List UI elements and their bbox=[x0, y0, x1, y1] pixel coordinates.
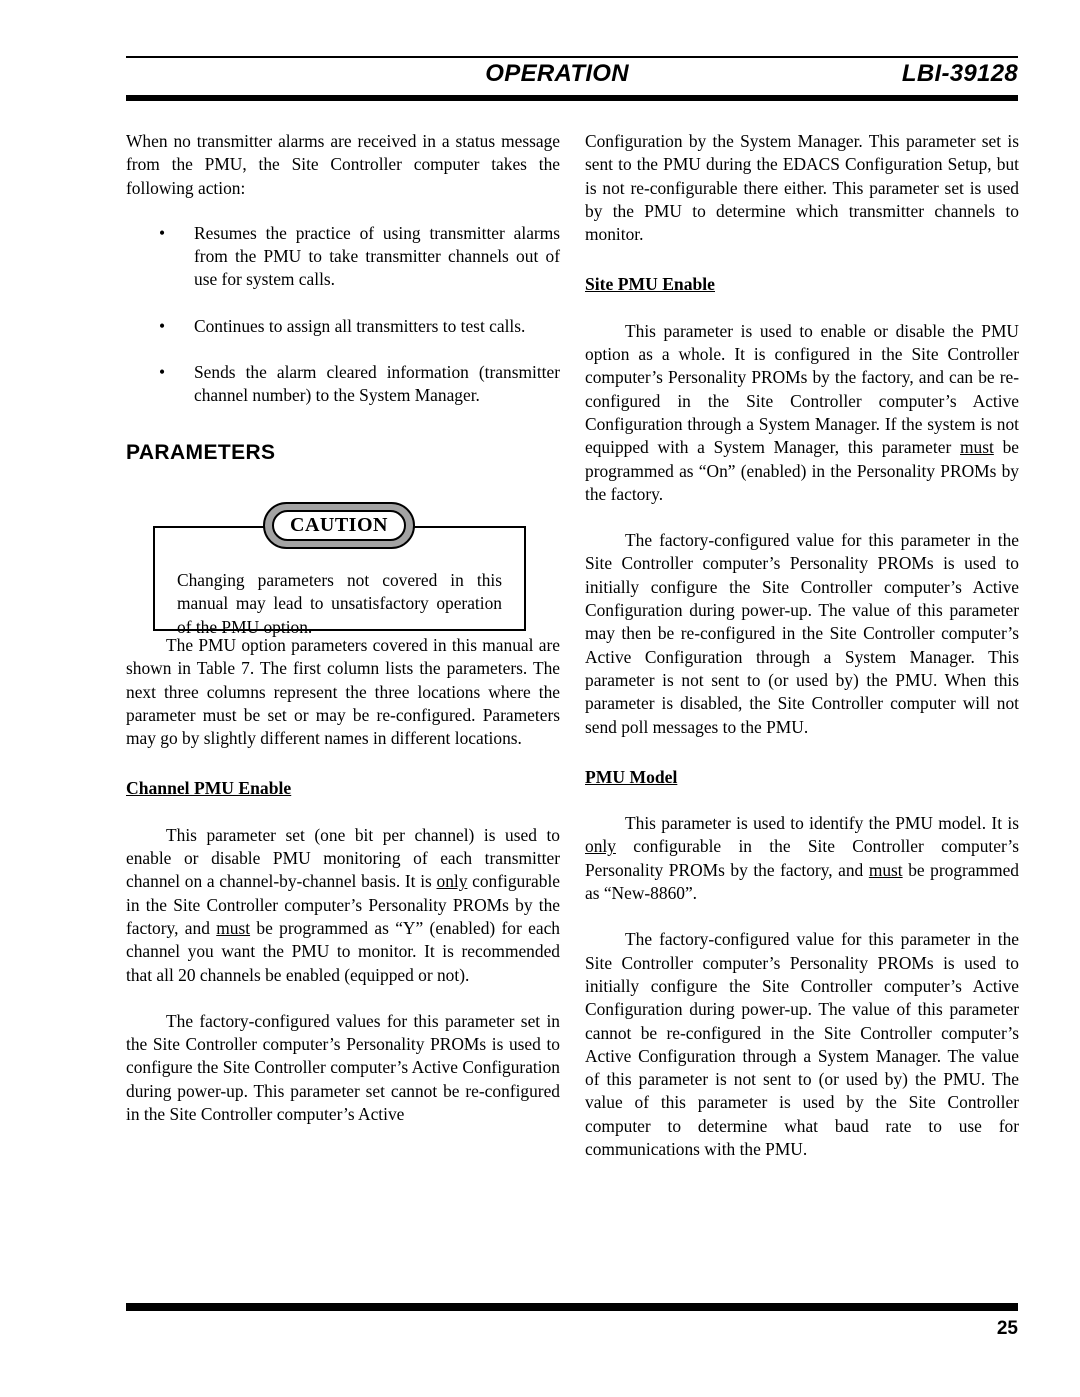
list-item: • Resumes the practice of using transmit… bbox=[126, 222, 560, 292]
bullet-icon: • bbox=[159, 362, 166, 383]
emphasis-must: must bbox=[216, 917, 251, 938]
channel-pmu-enable-paragraph-1: This parameter set (one bit per channel)… bbox=[126, 824, 560, 987]
pmu-model-paragraph-2: The factory-configured value for this pa… bbox=[585, 929, 1019, 1159]
header-section-title: OPERATION bbox=[485, 60, 629, 87]
subsection-heading-channel-pmu-enable: Channel PMU Enable bbox=[126, 778, 292, 799]
caution-badge-label: CAUTION bbox=[290, 513, 388, 536]
list-item: • Continues to assign all transmitters t… bbox=[126, 315, 560, 338]
intro-paragraph: When no transmitter alarms are received … bbox=[126, 131, 560, 198]
emphasis-only: only bbox=[585, 836, 616, 857]
subsection-heading-pmu-model: PMU Model bbox=[585, 766, 678, 787]
table-reference-paragraph: The PMU option parameters covered in thi… bbox=[126, 634, 560, 749]
page-header: OPERATION LBI-39128 bbox=[126, 56, 1018, 101]
document-page: OPERATION LBI-39128 When no transmitter … bbox=[0, 0, 1080, 1397]
emphasis-must: must bbox=[960, 437, 994, 458]
emphasis-only: only bbox=[436, 871, 468, 892]
subsection-heading-site-pmu-enable: Site PMU Enable bbox=[585, 274, 715, 295]
emphasis-must: must bbox=[868, 859, 903, 880]
caution-badge-inner: CAUTION bbox=[272, 509, 406, 541]
channel-pmu-enable-section: Channel PMU Enable bbox=[126, 777, 560, 800]
site-pmu-enable-paragraph-2: The factory-configured value for this pa… bbox=[585, 530, 1019, 737]
list-item-text: Sends the alarm cleared information (tra… bbox=[194, 362, 560, 406]
list-item: • Sends the alarm cleared information (t… bbox=[126, 361, 560, 408]
caution-callout: Changing parameters not covered in this … bbox=[126, 501, 560, 637]
left-column: When no transmitter alarms are received … bbox=[126, 130, 560, 1126]
bullet-icon: • bbox=[159, 315, 166, 336]
pmu-model-paragraph-1: This parameter is used to identify the P… bbox=[585, 812, 1019, 905]
site-pmu-enable-section: Site PMU Enable bbox=[585, 273, 1019, 296]
header-row: OPERATION LBI-39128 bbox=[126, 58, 1018, 92]
page-footer: 25 bbox=[126, 1303, 1018, 1340]
header-document-id: LBI-39128 bbox=[901, 60, 1018, 87]
site-pmu-enable-paragraph-1: This parameter is used to enable or disa… bbox=[585, 320, 1019, 506]
bullet-list: • Resumes the practice of using transmit… bbox=[126, 222, 560, 408]
page-title: PARAMETERS bbox=[126, 440, 276, 464]
list-item-text: Continues to assign all transmitters to … bbox=[194, 315, 526, 336]
bullet-icon: • bbox=[159, 222, 166, 243]
list-item-text: Resumes the practice of using transmitte… bbox=[194, 222, 560, 290]
continuation-paragraph: Configuration by the System Manager. Thi… bbox=[585, 131, 1019, 245]
channel-pmu-enable-paragraph-2: The factory-configured values for this p… bbox=[126, 1010, 560, 1125]
right-column: Configuration by the System Manager. Thi… bbox=[585, 130, 1019, 1161]
text-run: This parameter is used to enable or disa… bbox=[585, 320, 1019, 458]
page-number: 25 bbox=[996, 1318, 1018, 1339]
caution-badge: CAUTION bbox=[263, 501, 415, 549]
text-run: This parameter is used to identify the P… bbox=[625, 813, 1019, 834]
pmu-model-section: PMU Model bbox=[585, 766, 1019, 789]
header-rule-bottom bbox=[126, 95, 1018, 101]
